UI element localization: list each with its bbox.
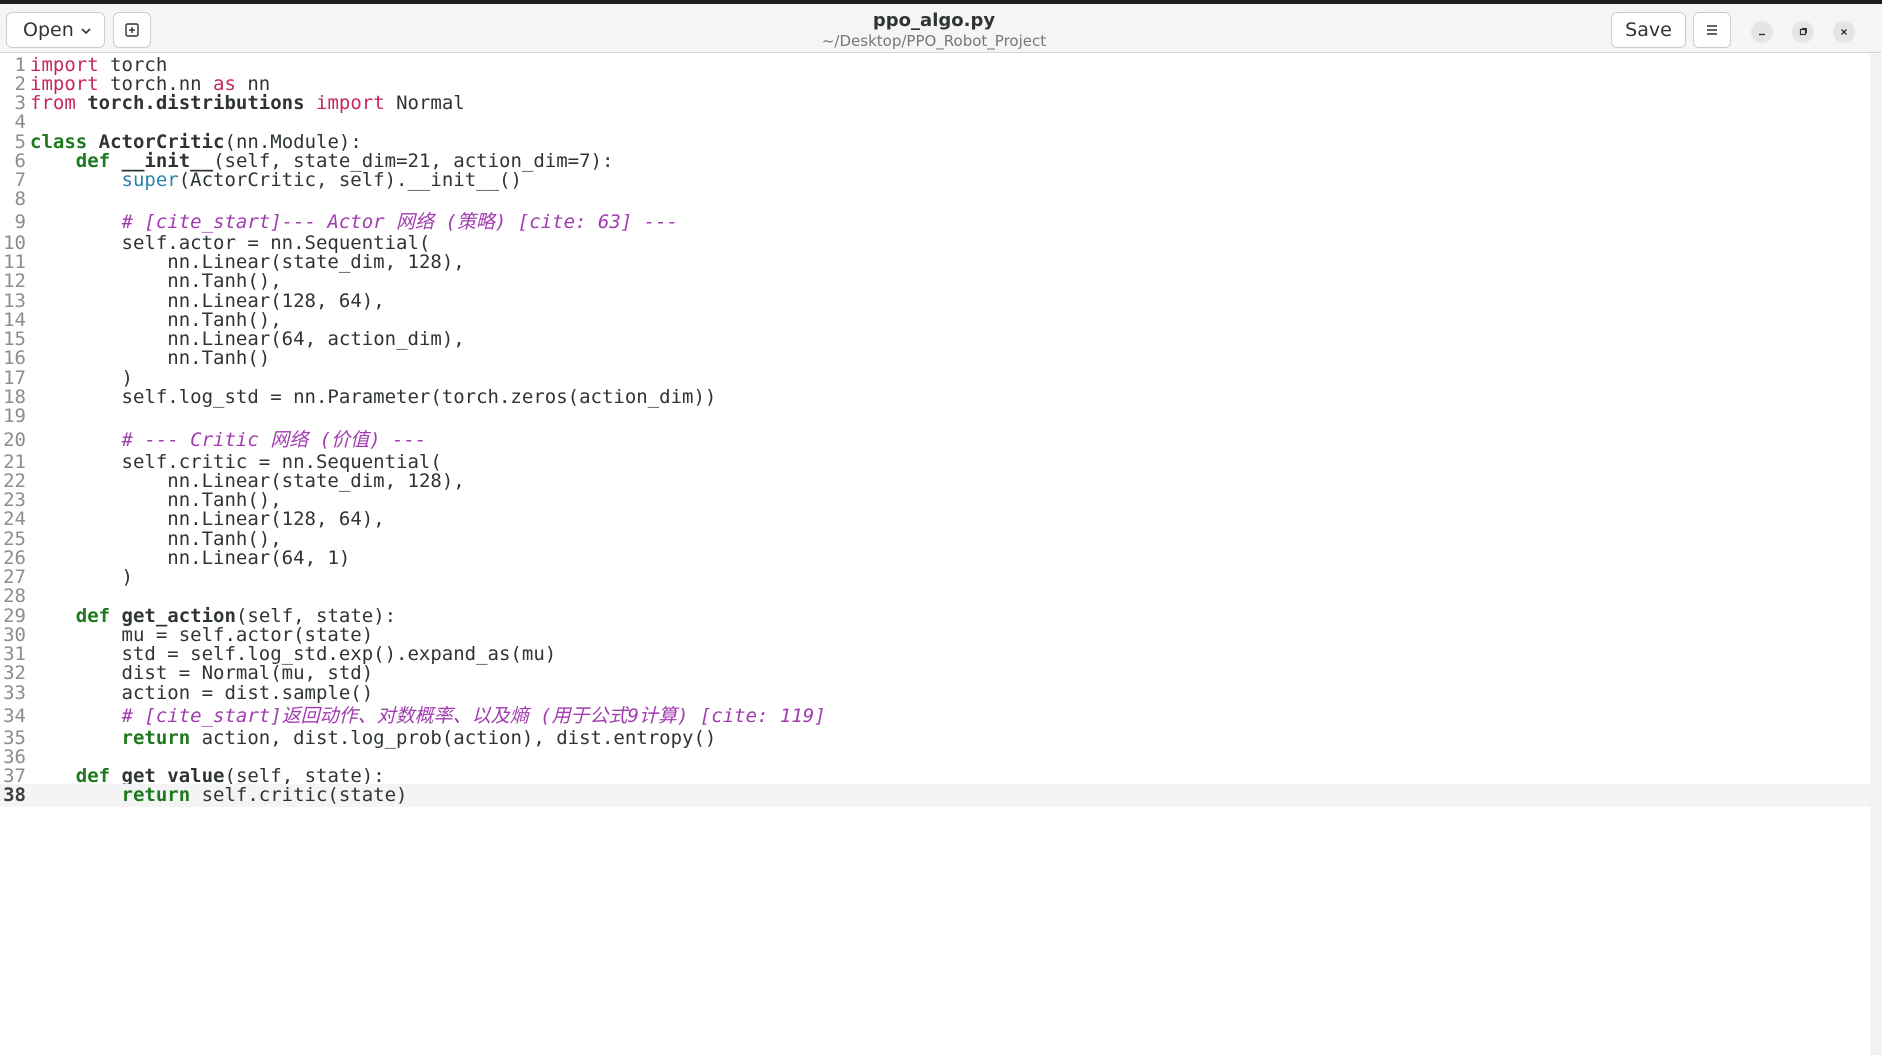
code-text: return self.critic(state) xyxy=(30,784,408,807)
maximize-button[interactable] xyxy=(1792,21,1814,43)
code-token: return xyxy=(121,784,191,806)
code-token: dist = Normal(mu, std) xyxy=(30,662,374,684)
code-text: # [cite_start]--- Actor 网络 (策略) [cite: 6… xyxy=(30,211,678,234)
minimize-button[interactable] xyxy=(1751,21,1773,43)
code-line[interactable]: 33 action = dist.sample() xyxy=(0,682,1870,705)
code-line[interactable]: 9 # [cite_start]--- Actor 网络 (策略) [cite:… xyxy=(0,211,1870,234)
line-number: 33 xyxy=(3,682,26,704)
code-text: action = dist.sample() xyxy=(30,682,374,705)
code-token: ), xyxy=(361,508,385,530)
code-token: nn.Linear( xyxy=(30,508,282,530)
code-token: nn.Tanh() xyxy=(30,347,271,369)
code-token: 128 xyxy=(281,508,316,530)
code-token: nn.Tanh(), xyxy=(30,270,282,292)
chevron-down-icon xyxy=(81,28,91,35)
code-text: # --- Critic 网络 (价值) --- xyxy=(30,429,427,452)
hamburger-menu-icon xyxy=(1707,25,1717,35)
minimize-icon xyxy=(1759,33,1765,36)
open-button[interactable]: Open xyxy=(6,12,105,48)
line-number: 8 xyxy=(14,188,26,210)
code-token: action = dist.sample() xyxy=(30,682,374,704)
header-bar: Open ppo_algo.py ~/Desktop/PPO_Robot_Pro… xyxy=(0,4,1882,53)
line-number: 19 xyxy=(3,405,26,427)
code-token: 64 xyxy=(338,508,362,530)
line-number: 34 xyxy=(3,705,26,727)
close-button[interactable] xyxy=(1833,21,1855,43)
code-editor[interactable]: 1 import torch 2 import torch.nn as nn 3 from… xyxy=(0,54,1870,1055)
line-number: 9 xyxy=(14,211,26,233)
title-block: ppo_algo.py ~/Desktop/PPO_Robot_Project xyxy=(0,10,1868,50)
close-icon xyxy=(1841,29,1847,35)
menu-button[interactable] xyxy=(1693,12,1731,48)
code-line[interactable]: 34 # [cite_start]返回动作、对数概率、以及熵 (用于公式9计算)… xyxy=(0,705,1870,728)
window-subtitle: ~/Desktop/PPO_Robot_Project xyxy=(821,32,1047,50)
line-number: 20 xyxy=(3,429,26,451)
maximize-icon xyxy=(1799,28,1807,36)
code-token: # [cite_start]返回动作、对数概率、以及熵 (用于公式9计算) [c… xyxy=(121,705,826,727)
save-button[interactable]: Save xyxy=(1611,12,1686,48)
window-title: ppo_algo.py xyxy=(872,10,996,31)
new-tab-icon xyxy=(125,23,139,37)
code-token: , xyxy=(316,508,339,530)
save-button-label: Save xyxy=(1625,19,1672,41)
code-token: self.critic(state) xyxy=(190,784,408,806)
code-text: # [cite_start]返回动作、对数概率、以及熵 (用于公式9计算) [c… xyxy=(30,705,826,728)
new-tab-button[interactable] xyxy=(113,12,151,48)
code-line[interactable]: 20 # --- Critic 网络 (价值) --- xyxy=(0,429,1870,452)
vertical-scrollbar[interactable] xyxy=(1870,54,1882,1055)
code-line[interactable]: 38 return self.critic(state) xyxy=(0,784,1870,807)
code-line[interactable]: 8 xyxy=(0,188,1870,211)
line-number: 38 xyxy=(3,784,26,806)
open-button-label: Open xyxy=(23,19,74,41)
code-line[interactable]: 19 xyxy=(0,405,1870,428)
code-token: # [cite_start]--- Actor 网络 (策略) [cite: 6… xyxy=(121,211,678,233)
code-token: # --- Critic 网络 (价值) --- xyxy=(121,429,427,451)
